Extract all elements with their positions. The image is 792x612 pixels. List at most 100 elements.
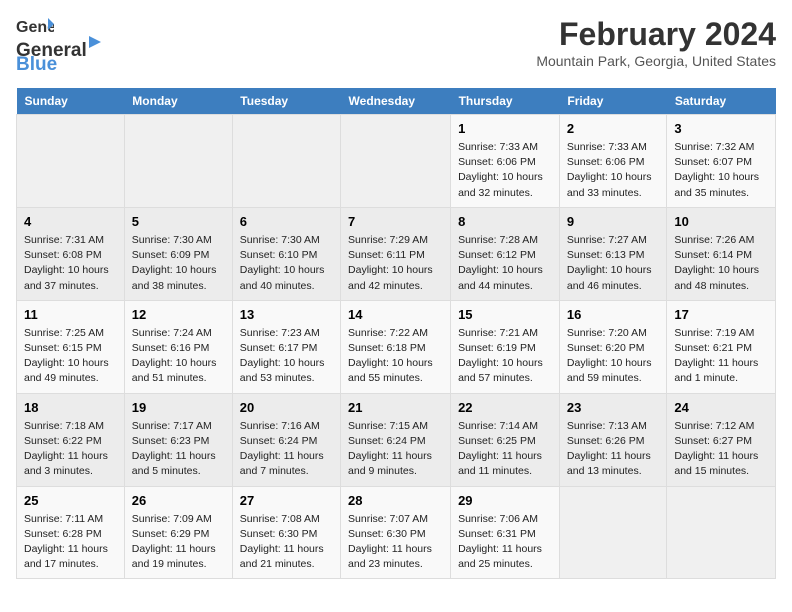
day-number: 15 <box>458 307 552 322</box>
calendar-cell <box>232 115 340 208</box>
cell-info: Sunrise: 7:31 AMSunset: 6:08 PMDaylight:… <box>24 234 109 292</box>
day-number: 5 <box>132 214 225 229</box>
header-day-thursday: Thursday <box>451 88 560 115</box>
calendar-cell: 6 Sunrise: 7:30 AMSunset: 6:10 PMDayligh… <box>232 207 340 300</box>
cell-info: Sunrise: 7:33 AMSunset: 6:06 PMDaylight:… <box>458 141 543 199</box>
week-row-1: 1 Sunrise: 7:33 AMSunset: 6:06 PMDayligh… <box>17 115 776 208</box>
calendar-cell: 17 Sunrise: 7:19 AMSunset: 6:21 PMDaylig… <box>667 300 776 393</box>
logo: General General Blue <box>16 16 101 76</box>
cell-info: Sunrise: 7:21 AMSunset: 6:19 PMDaylight:… <box>458 327 543 385</box>
week-row-4: 18 Sunrise: 7:18 AMSunset: 6:22 PMDaylig… <box>17 393 776 486</box>
location-title: Mountain Park, Georgia, United States <box>536 53 776 69</box>
day-number: 13 <box>240 307 333 322</box>
calendar-cell <box>559 486 666 579</box>
cell-info: Sunrise: 7:30 AMSunset: 6:09 PMDaylight:… <box>132 234 217 292</box>
day-number: 23 <box>567 400 659 415</box>
calendar-cell: 10 Sunrise: 7:26 AMSunset: 6:14 PMDaylig… <box>667 207 776 300</box>
calendar-cell: 27 Sunrise: 7:08 AMSunset: 6:30 PMDaylig… <box>232 486 340 579</box>
week-row-5: 25 Sunrise: 7:11 AMSunset: 6:28 PMDaylig… <box>17 486 776 579</box>
cell-info: Sunrise: 7:18 AMSunset: 6:22 PMDaylight:… <box>24 420 108 478</box>
cell-info: Sunrise: 7:29 AMSunset: 6:11 PMDaylight:… <box>348 234 433 292</box>
calendar-cell <box>124 115 232 208</box>
cell-info: Sunrise: 7:08 AMSunset: 6:30 PMDaylight:… <box>240 513 324 571</box>
day-number: 4 <box>24 214 117 229</box>
cell-info: Sunrise: 7:14 AMSunset: 6:25 PMDaylight:… <box>458 420 542 478</box>
month-title: February 2024 <box>536 16 776 53</box>
day-number: 27 <box>240 493 333 508</box>
calendar-cell: 8 Sunrise: 7:28 AMSunset: 6:12 PMDayligh… <box>451 207 560 300</box>
title-section: February 2024 Mountain Park, Georgia, Un… <box>536 16 776 69</box>
cell-info: Sunrise: 7:09 AMSunset: 6:29 PMDaylight:… <box>132 513 216 571</box>
cell-info: Sunrise: 7:33 AMSunset: 6:06 PMDaylight:… <box>567 141 652 199</box>
day-number: 21 <box>348 400 443 415</box>
calendar-cell: 18 Sunrise: 7:18 AMSunset: 6:22 PMDaylig… <box>17 393 125 486</box>
day-number: 29 <box>458 493 552 508</box>
calendar-cell: 3 Sunrise: 7:32 AMSunset: 6:07 PMDayligh… <box>667 115 776 208</box>
header-day-monday: Monday <box>124 88 232 115</box>
calendar-cell: 14 Sunrise: 7:22 AMSunset: 6:18 PMDaylig… <box>341 300 451 393</box>
day-number: 8 <box>458 214 552 229</box>
calendar-cell: 22 Sunrise: 7:14 AMSunset: 6:25 PMDaylig… <box>451 393 560 486</box>
calendar-cell <box>17 115 125 208</box>
calendar-cell: 7 Sunrise: 7:29 AMSunset: 6:11 PMDayligh… <box>341 207 451 300</box>
day-number: 17 <box>674 307 768 322</box>
week-row-2: 4 Sunrise: 7:31 AMSunset: 6:08 PMDayligh… <box>17 207 776 300</box>
calendar-cell: 15 Sunrise: 7:21 AMSunset: 6:19 PMDaylig… <box>451 300 560 393</box>
calendar-table: SundayMondayTuesdayWednesdayThursdayFrid… <box>16 88 776 579</box>
week-row-3: 11 Sunrise: 7:25 AMSunset: 6:15 PMDaylig… <box>17 300 776 393</box>
day-number: 19 <box>132 400 225 415</box>
day-number: 1 <box>458 121 552 136</box>
cell-info: Sunrise: 7:23 AMSunset: 6:17 PMDaylight:… <box>240 327 325 385</box>
calendar-cell <box>341 115 451 208</box>
calendar-cell: 19 Sunrise: 7:17 AMSunset: 6:23 PMDaylig… <box>124 393 232 486</box>
day-number: 28 <box>348 493 443 508</box>
day-number: 16 <box>567 307 659 322</box>
calendar-cell: 21 Sunrise: 7:15 AMSunset: 6:24 PMDaylig… <box>341 393 451 486</box>
day-number: 6 <box>240 214 333 229</box>
calendar-cell: 24 Sunrise: 7:12 AMSunset: 6:27 PMDaylig… <box>667 393 776 486</box>
cell-info: Sunrise: 7:27 AMSunset: 6:13 PMDaylight:… <box>567 234 652 292</box>
cell-info: Sunrise: 7:22 AMSunset: 6:18 PMDaylight:… <box>348 327 433 385</box>
cell-info: Sunrise: 7:24 AMSunset: 6:16 PMDaylight:… <box>132 327 217 385</box>
calendar-cell: 13 Sunrise: 7:23 AMSunset: 6:17 PMDaylig… <box>232 300 340 393</box>
day-number: 26 <box>132 493 225 508</box>
calendar-cell: 20 Sunrise: 7:16 AMSunset: 6:24 PMDaylig… <box>232 393 340 486</box>
day-number: 25 <box>24 493 117 508</box>
calendar-cell: 2 Sunrise: 7:33 AMSunset: 6:06 PMDayligh… <box>559 115 666 208</box>
day-number: 14 <box>348 307 443 322</box>
cell-info: Sunrise: 7:28 AMSunset: 6:12 PMDaylight:… <box>458 234 543 292</box>
cell-info: Sunrise: 7:13 AMSunset: 6:26 PMDaylight:… <box>567 420 651 478</box>
header-day-wednesday: Wednesday <box>341 88 451 115</box>
calendar-cell: 26 Sunrise: 7:09 AMSunset: 6:29 PMDaylig… <box>124 486 232 579</box>
header-day-saturday: Saturday <box>667 88 776 115</box>
calendar-cell: 29 Sunrise: 7:06 AMSunset: 6:31 PMDaylig… <box>451 486 560 579</box>
day-number: 12 <box>132 307 225 322</box>
cell-info: Sunrise: 7:06 AMSunset: 6:31 PMDaylight:… <box>458 513 542 571</box>
cell-info: Sunrise: 7:15 AMSunset: 6:24 PMDaylight:… <box>348 420 432 478</box>
cell-info: Sunrise: 7:07 AMSunset: 6:30 PMDaylight:… <box>348 513 432 571</box>
cell-info: Sunrise: 7:16 AMSunset: 6:24 PMDaylight:… <box>240 420 324 478</box>
day-number: 11 <box>24 307 117 322</box>
calendar-cell: 25 Sunrise: 7:11 AMSunset: 6:28 PMDaylig… <box>17 486 125 579</box>
day-number: 2 <box>567 121 659 136</box>
calendar-cell: 28 Sunrise: 7:07 AMSunset: 6:30 PMDaylig… <box>341 486 451 579</box>
calendar-cell: 16 Sunrise: 7:20 AMSunset: 6:20 PMDaylig… <box>559 300 666 393</box>
calendar-cell: 12 Sunrise: 7:24 AMSunset: 6:16 PMDaylig… <box>124 300 232 393</box>
day-number: 7 <box>348 214 443 229</box>
cell-info: Sunrise: 7:12 AMSunset: 6:27 PMDaylight:… <box>674 420 758 478</box>
calendar-cell: 11 Sunrise: 7:25 AMSunset: 6:15 PMDaylig… <box>17 300 125 393</box>
day-number: 22 <box>458 400 552 415</box>
header-day-sunday: Sunday <box>17 88 125 115</box>
day-number: 20 <box>240 400 333 415</box>
calendar-cell: 4 Sunrise: 7:31 AMSunset: 6:08 PMDayligh… <box>17 207 125 300</box>
cell-info: Sunrise: 7:11 AMSunset: 6:28 PMDaylight:… <box>24 513 108 571</box>
cell-info: Sunrise: 7:25 AMSunset: 6:15 PMDaylight:… <box>24 327 109 385</box>
logo-blue: Blue <box>16 54 57 76</box>
header-day-friday: Friday <box>559 88 666 115</box>
cell-info: Sunrise: 7:20 AMSunset: 6:20 PMDaylight:… <box>567 327 652 385</box>
header-row: SundayMondayTuesdayWednesdayThursdayFrid… <box>17 88 776 115</box>
calendar-cell: 5 Sunrise: 7:30 AMSunset: 6:09 PMDayligh… <box>124 207 232 300</box>
day-number: 10 <box>674 214 768 229</box>
cell-info: Sunrise: 7:30 AMSunset: 6:10 PMDaylight:… <box>240 234 325 292</box>
cell-info: Sunrise: 7:32 AMSunset: 6:07 PMDaylight:… <box>674 141 759 199</box>
